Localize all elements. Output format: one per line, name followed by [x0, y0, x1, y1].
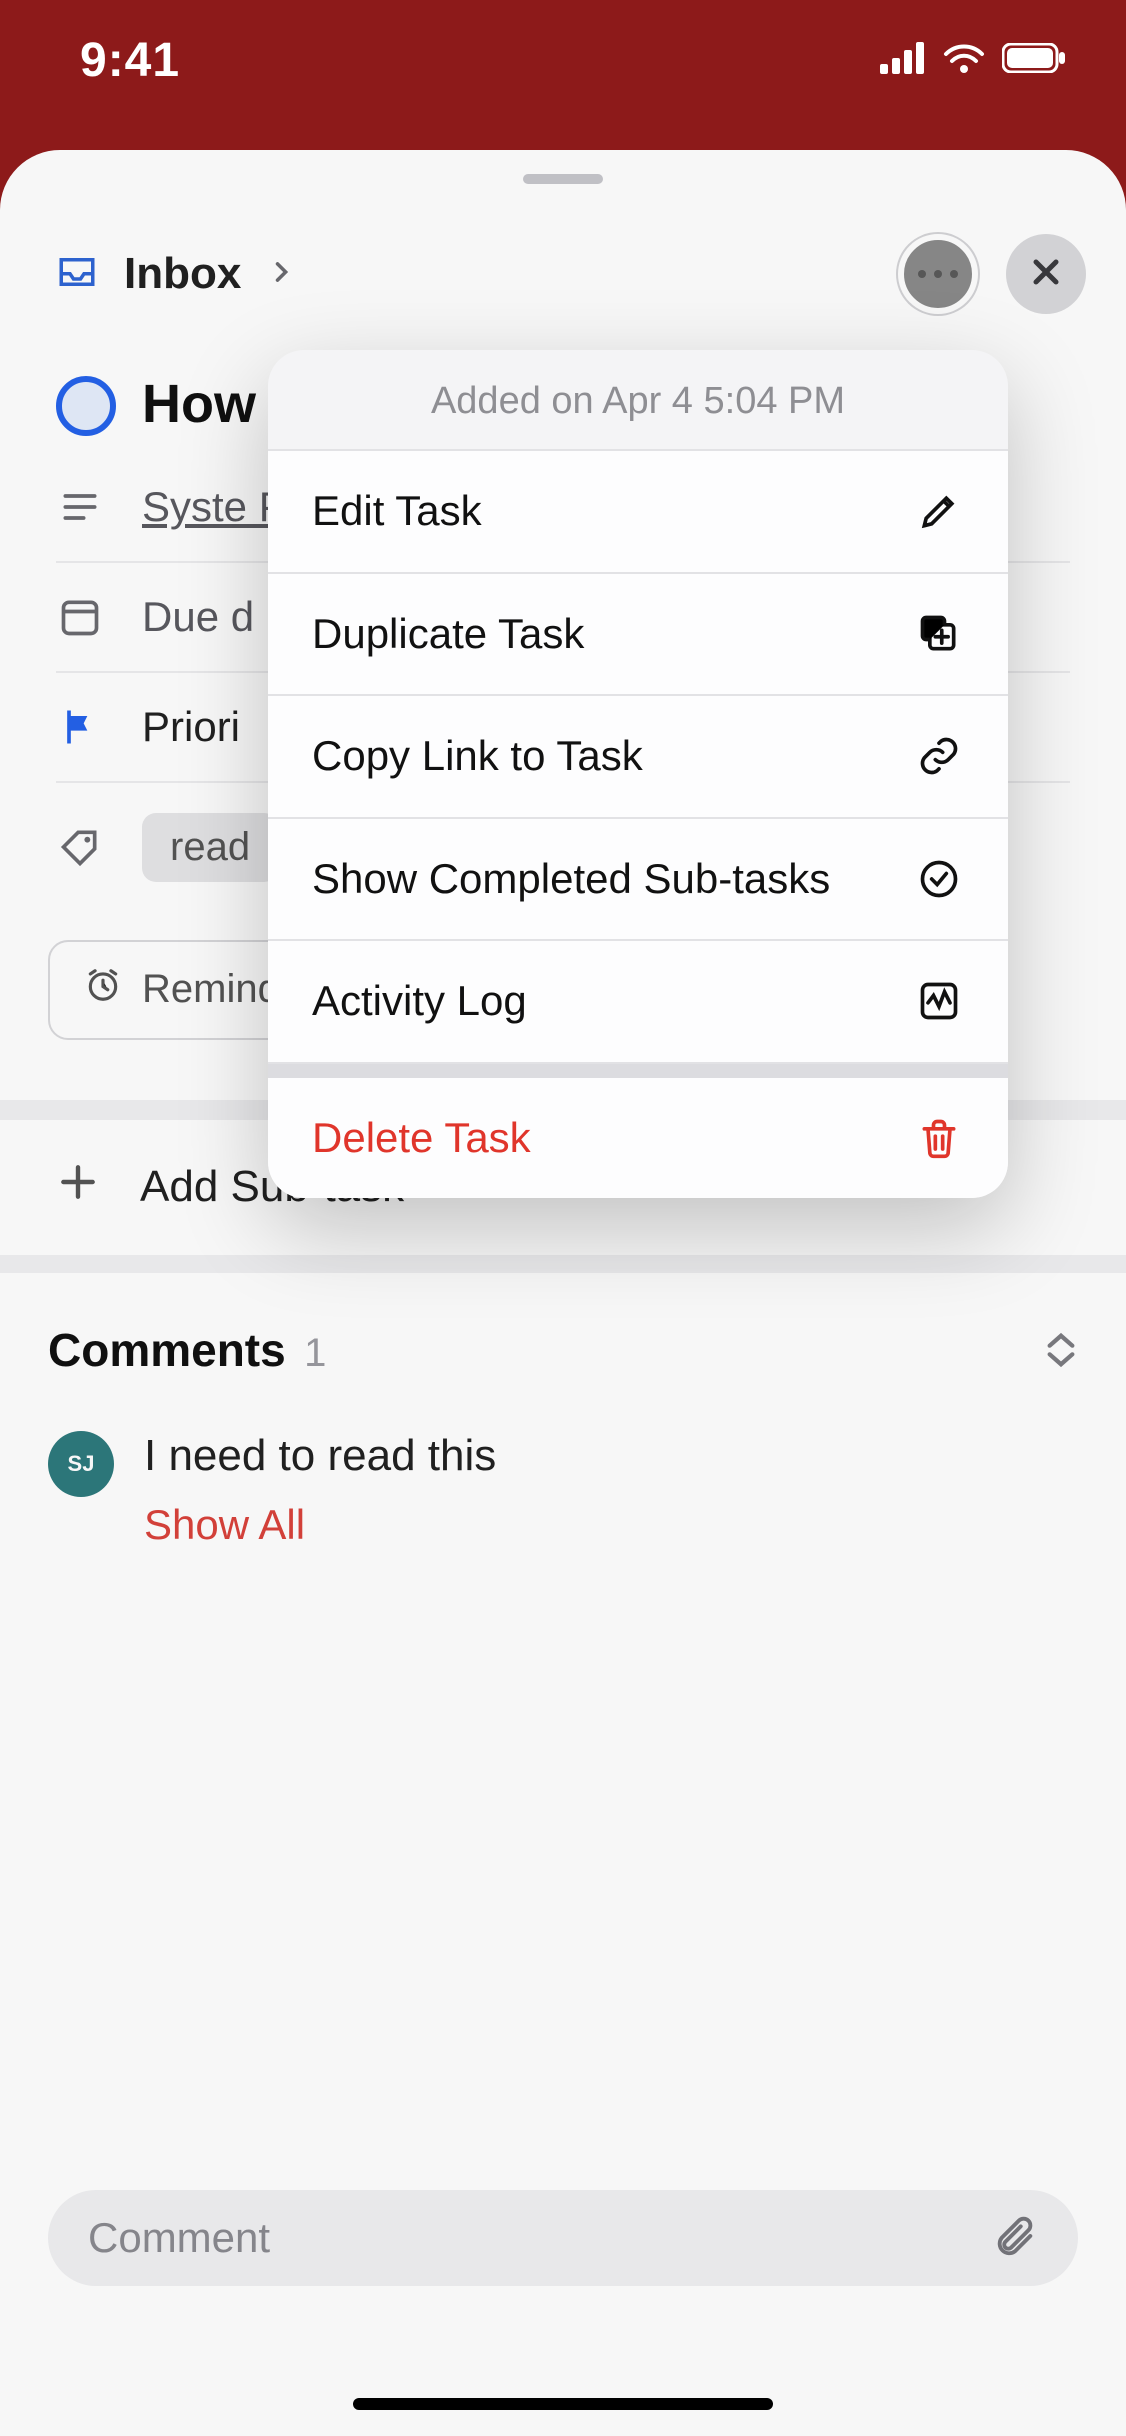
task-sheet: Inbox How achi redu Syste Produ [0, 150, 1126, 2436]
menu-edit-label: Edit Task [312, 485, 482, 538]
battery-icon [1002, 43, 1066, 78]
menu-added-text: Added on Apr 4 5:04 PM [268, 350, 1008, 451]
menu-copy-link-label: Copy Link to Task [312, 730, 643, 783]
trash-icon [914, 1113, 964, 1163]
duplicate-icon [914, 609, 964, 659]
check-circle-icon [914, 854, 964, 904]
status-bar: 9:41 [0, 0, 1126, 150]
menu-delete-label: Delete Task [312, 1112, 531, 1165]
status-time: 9:41 [80, 33, 180, 88]
menu-duplicate-label: Duplicate Task [312, 608, 584, 661]
menu-copy-link[interactable]: Copy Link to Task [268, 696, 1008, 819]
menu-show-completed-label: Show Completed Sub-tasks [312, 853, 830, 906]
menu-delete-task[interactable]: Delete Task [268, 1064, 1008, 1199]
menu-activity-log[interactable]: Activity Log [268, 941, 1008, 1064]
status-icons [880, 42, 1066, 79]
link-icon [914, 731, 964, 781]
pencil-icon [914, 486, 964, 536]
menu-duplicate-task[interactable]: Duplicate Task [268, 574, 1008, 697]
menu-activity-label: Activity Log [312, 975, 527, 1028]
wifi-icon [942, 42, 986, 79]
menu-edit-task[interactable]: Edit Task [268, 451, 1008, 574]
task-context-menu: Added on Apr 4 5:04 PM Edit Task Duplica… [268, 350, 1008, 1198]
signal-icon [880, 42, 926, 79]
menu-show-completed[interactable]: Show Completed Sub-tasks [268, 819, 1008, 942]
activity-icon [914, 976, 964, 1026]
